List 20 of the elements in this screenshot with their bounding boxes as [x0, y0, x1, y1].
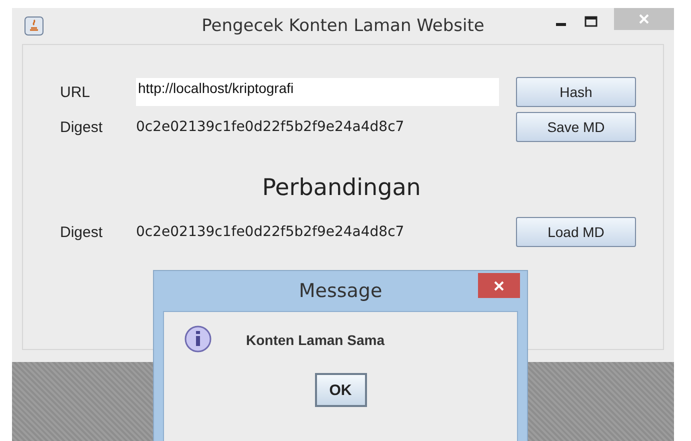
app-icon	[24, 16, 44, 36]
window-title: Pengecek Konten Laman Website	[202, 16, 484, 36]
close-button[interactable]	[478, 273, 520, 298]
dialog-title: Message	[298, 280, 382, 302]
close-icon	[493, 280, 505, 292]
load-md-button[interactable]: Load MD	[516, 217, 636, 247]
hash-button[interactable]: Hash	[516, 77, 636, 107]
save-md-button[interactable]: Save MD	[516, 112, 636, 142]
maximize-icon[interactable]	[584, 15, 598, 29]
digest-label: Digest	[60, 118, 104, 136]
digest-value: 0c2e02139c1fe0d22f5b2f9e24a4d8c7	[136, 224, 406, 240]
ok-button[interactable]: OK	[314, 373, 366, 407]
close-icon	[638, 13, 650, 25]
url-field[interactable]: http://localhost/kriptografi	[136, 78, 499, 106]
dialog-message: Konten Laman Sama	[246, 332, 384, 348]
digest-value: 0c2e02139c1fe0d22f5b2f9e24a4d8c7	[136, 119, 406, 135]
url-label: URL	[60, 84, 92, 100]
info-icon	[184, 325, 214, 355]
digest-label: Digest	[60, 224, 104, 240]
section-heading: Perbandingan	[261, 175, 422, 201]
